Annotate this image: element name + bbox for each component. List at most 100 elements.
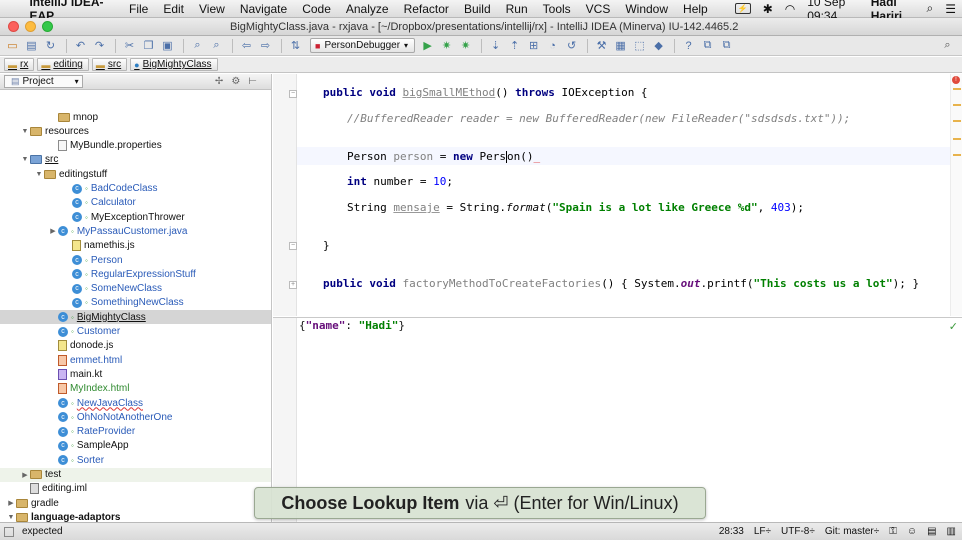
tree-row[interactable]: c ◦ Sorter xyxy=(0,453,271,467)
menu-vcs[interactable]: VCS xyxy=(586,2,611,16)
menu-view[interactable]: View xyxy=(199,2,225,16)
tree-row[interactable]: c ◦ Calculator xyxy=(0,196,271,210)
breadcrumb-src[interactable]: ▬ src xyxy=(91,58,128,71)
hide-panel-icon[interactable]: ⊢ xyxy=(248,76,265,87)
collapsed-arrow-icon[interactable]: ▶ xyxy=(20,471,30,479)
tree-row[interactable]: c ◦ SomeNewClass xyxy=(0,282,271,296)
tree-row[interactable]: main.kt xyxy=(0,367,271,381)
code-line-comment[interactable]: //BufferedReader reader = new BufferedRe… xyxy=(347,112,850,125)
expanded-arrow-icon[interactable]: ▼ xyxy=(20,156,30,163)
tree-row[interactable]: emmet.html xyxy=(0,353,271,367)
breadcrumb-editing[interactable]: ▬ editing xyxy=(37,58,89,71)
back-icon[interactable]: ⇦ xyxy=(238,38,255,54)
vcs-history-icon[interactable]: ◔ xyxy=(544,38,561,54)
settings-icon[interactable]: ⚒ xyxy=(593,38,610,54)
code-editor[interactable]: − − + public void bigSmallMEthod() throw… xyxy=(273,74,962,316)
tree-row[interactable]: c ◦ BadCodeClass xyxy=(0,182,271,196)
vcs-branch[interactable]: Git: master÷ xyxy=(825,526,879,537)
make-project-icon[interactable]: ⇅ xyxy=(287,38,304,54)
warning-mark[interactable] xyxy=(953,138,961,140)
help-icon[interactable]: ? xyxy=(680,38,697,54)
line-separator[interactable]: LF÷ xyxy=(754,526,771,537)
code-line-person[interactable]: Person person = new Person()_ xyxy=(347,150,540,163)
menu-run[interactable]: Run xyxy=(506,2,528,16)
tree-row[interactable]: ▶ gradle xyxy=(0,496,271,510)
replace-icon[interactable]: ⌕ xyxy=(208,38,225,54)
cut-icon[interactable]: ✂ xyxy=(121,38,138,54)
undo-icon[interactable]: ↶ xyxy=(72,38,89,54)
breadcrumb-rx[interactable]: ▬ rx xyxy=(4,58,35,71)
vcs-compare-icon[interactable]: ⊞ xyxy=(525,38,542,54)
tree-row[interactable]: donode.js xyxy=(0,339,271,353)
menu-window[interactable]: Window xyxy=(625,2,668,16)
presentation-icon[interactable]: ⧉ xyxy=(699,38,716,54)
json-content[interactable]: {"name": "Hadi"} xyxy=(299,319,405,332)
search-everywhere-icon[interactable]: ⌕ xyxy=(939,38,956,54)
tree-row[interactable]: c ◦ BigMightyClass xyxy=(0,310,271,325)
tree-row[interactable]: c ◦ SomethingNewClass xyxy=(0,296,271,310)
vcs-revert-icon[interactable]: ↺ xyxy=(563,38,580,54)
code-line-mensaje[interactable]: String mensaje = String.format("Spain is… xyxy=(347,201,804,214)
menu-build[interactable]: Build xyxy=(464,2,491,16)
find-icon[interactable]: ⌕ xyxy=(189,38,206,54)
tree-row[interactable]: editing.iml xyxy=(0,482,271,496)
fold-marker-icon[interactable]: − xyxy=(289,242,297,250)
warning-mark[interactable] xyxy=(953,88,961,90)
menu-navigate[interactable]: Navigate xyxy=(240,2,287,16)
fold-marker-icon[interactable]: − xyxy=(289,90,297,98)
tree-row[interactable]: c ◦ RegularExpressionStuff xyxy=(0,267,271,281)
gear-icon[interactable]: ⚙ xyxy=(231,76,248,87)
collapsed-arrow-icon[interactable]: ▶ xyxy=(48,227,58,235)
collapsed-arrow-icon[interactable]: ▶ xyxy=(6,499,16,507)
tree-row[interactable]: c ◦ RateProvider xyxy=(0,425,271,439)
vcs-commit-icon[interactable]: ⇡ xyxy=(506,38,523,54)
editor-gutter[interactable] xyxy=(273,74,297,316)
paste-icon[interactable]: ▣ xyxy=(159,38,176,54)
expanded-arrow-icon[interactable]: ▼ xyxy=(34,171,44,178)
tree-row[interactable]: ▼ resources xyxy=(0,124,271,138)
caret-position[interactable]: 28:33 xyxy=(719,526,744,537)
menu-refactor[interactable]: Refactor xyxy=(404,2,449,16)
tree-row[interactable]: c ◦ SampleApp xyxy=(0,439,271,453)
android-icon[interactable]: ◆ xyxy=(650,38,667,54)
breadcrumb-bigmightyclass[interactable]: ● BigMightyClass xyxy=(130,58,218,71)
warning-mark[interactable] xyxy=(953,104,961,106)
menu-edit[interactable]: Edit xyxy=(163,2,184,16)
menu-file[interactable]: File xyxy=(129,2,148,16)
tree-row[interactable]: namethis.js xyxy=(0,239,271,253)
expanded-arrow-icon[interactable]: ▼ xyxy=(20,128,30,135)
bluetooth-icon[interactable]: ✱ xyxy=(763,2,773,16)
run-icon[interactable]: ▶ xyxy=(419,38,436,54)
code-line-method-signature[interactable]: public void bigSmallMEthod() throws IOEx… xyxy=(323,86,648,99)
redo-icon[interactable]: ↷ xyxy=(91,38,108,54)
tree-row[interactable]: MyBundle.properties xyxy=(0,139,271,153)
tree-row[interactable]: ▶ c ◦ MyPassauCustomer.java xyxy=(0,224,271,238)
fold-marker-icon[interactable]: + xyxy=(289,281,297,289)
lock-icon[interactable]: ⚿ xyxy=(889,526,897,537)
tool-windows-icon[interactable] xyxy=(4,526,14,537)
spotlight-search-icon[interactable]: ⌕ xyxy=(927,1,934,16)
tree-row[interactable]: ▼ src xyxy=(0,153,271,167)
tree-row[interactable]: c ◦ OhNoNotAnotherOne xyxy=(0,410,271,424)
coverage-icon[interactable]: ✷ xyxy=(457,38,474,54)
tree-row[interactable]: ▼ language-adaptors xyxy=(0,510,271,522)
error-indicator-icon[interactable]: ! xyxy=(952,76,960,84)
close-window-button[interactable] xyxy=(8,21,19,32)
project-view-select[interactable]: ▤ Project ▾ xyxy=(4,75,83,88)
run-configuration-select[interactable]: ■ PersonDebugger ▾ xyxy=(310,38,416,53)
tree-row[interactable]: c ◦ MyExceptionThrower xyxy=(0,210,271,224)
menu-code[interactable]: Code xyxy=(302,2,331,16)
tree-row[interactable]: c ◦ Customer xyxy=(0,325,271,339)
vcs-update-icon[interactable]: ⇣ xyxy=(487,38,504,54)
menu-analyze[interactable]: Analyze xyxy=(346,2,389,16)
wifi-icon[interactable]: ◠ xyxy=(785,2,795,16)
menu-help[interactable]: Help xyxy=(683,2,708,16)
forward-icon[interactable]: ⇨ xyxy=(257,38,274,54)
tree-row[interactable]: mnop xyxy=(0,110,271,124)
tree-row[interactable]: MyIndex.html xyxy=(0,382,271,396)
inspector-icon[interactable]: ☺ xyxy=(907,526,917,537)
memory-indicator-icon[interactable]: ▥ xyxy=(947,526,956,537)
warning-mark[interactable] xyxy=(953,154,961,156)
plugin-icon[interactable]: ⧉ xyxy=(718,38,735,54)
save-all-icon[interactable]: ▤ xyxy=(23,38,40,54)
